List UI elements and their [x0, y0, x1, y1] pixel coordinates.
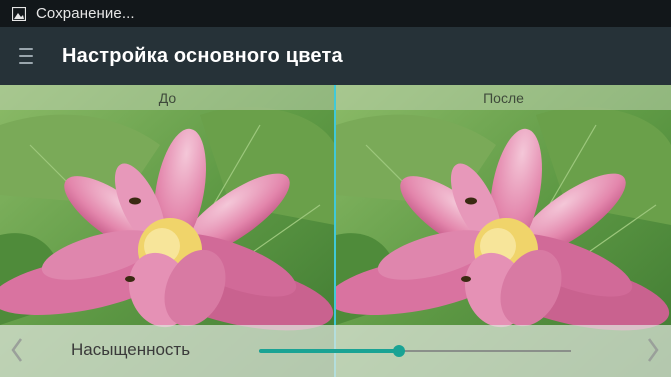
chevron-right-icon[interactable]: [646, 337, 660, 363]
before-label: До: [0, 85, 335, 110]
app-bar: Настройка основного цвета: [0, 27, 671, 85]
parameter-label: Насыщенность: [71, 340, 191, 359]
slider-fill: [259, 349, 400, 353]
saturation-slider[interactable]: [259, 345, 571, 357]
after-label: После: [336, 85, 671, 110]
status-text: Сохранение...: [36, 5, 135, 22]
page-title: Настройка основного цвета: [62, 44, 343, 67]
adjustment-panel: Насыщенность: [0, 325, 671, 377]
menu-icon[interactable]: [19, 48, 33, 64]
slider-thumb[interactable]: [393, 345, 406, 357]
chevron-left-icon[interactable]: [10, 337, 24, 363]
status-bar: Сохранение...: [0, 0, 671, 27]
image-icon: [12, 6, 26, 21]
